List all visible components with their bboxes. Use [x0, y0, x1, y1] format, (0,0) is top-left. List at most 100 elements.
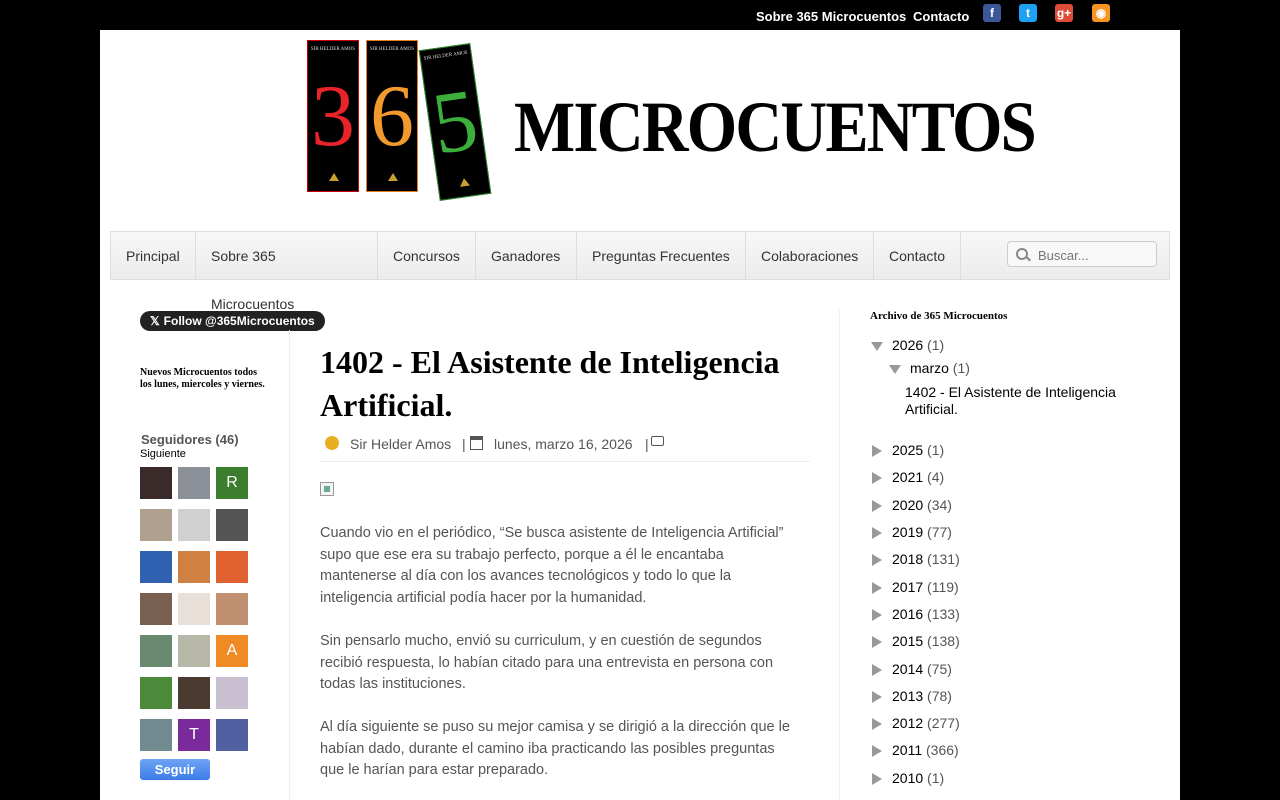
- archive-year-2025[interactable]: 2025 (1): [872, 442, 944, 458]
- facebook-icon[interactable]: f: [983, 4, 1001, 22]
- archive-year-2015[interactable]: 2015 (138): [872, 633, 960, 649]
- follower-avatar[interactable]: [216, 509, 248, 541]
- search-input[interactable]: [1036, 244, 1152, 266]
- follower-avatar[interactable]: [178, 635, 210, 667]
- book-cover-5: SIR HELDER AMOS 5: [418, 43, 492, 201]
- follower-avatar[interactable]: [178, 677, 210, 709]
- follower-avatar[interactable]: [216, 551, 248, 583]
- book-number: 6: [370, 68, 414, 165]
- follower-avatar[interactable]: [140, 635, 172, 667]
- follower-avatar[interactable]: [140, 551, 172, 583]
- archive-title: Archivo de 365 Microcuentos: [870, 310, 1008, 322]
- expand-toggle-icon[interactable]: [872, 554, 882, 567]
- archive-year-label[interactable]: 2011: [892, 742, 922, 758]
- nav-item-principal[interactable]: Principal: [111, 232, 196, 279]
- collapse-toggle-icon[interactable]: [871, 341, 883, 351]
- expand-toggle-icon[interactable]: [872, 609, 882, 622]
- nav-item-concursos[interactable]: Concursos: [378, 232, 476, 279]
- archive-year-label[interactable]: 2019: [892, 524, 923, 540]
- follower-avatar[interactable]: A: [216, 635, 248, 667]
- archive-year-label[interactable]: 2025: [892, 442, 923, 458]
- archive-year-label[interactable]: 2013: [892, 688, 923, 704]
- follower-avatar[interactable]: [140, 677, 172, 709]
- expand-toggle-icon[interactable]: [872, 773, 882, 786]
- archive-post-link[interactable]: 1402 - El Asistente de Inteligencia Arti…: [890, 384, 1135, 418]
- divider: [839, 310, 840, 800]
- expand-toggle-icon[interactable]: [872, 582, 882, 595]
- archive-year-2013[interactable]: 2013 (78): [872, 688, 952, 704]
- expand-toggle-icon[interactable]: [872, 500, 882, 513]
- expand-toggle-icon[interactable]: [872, 472, 882, 485]
- archive-count: (119): [923, 579, 959, 595]
- post-paragraph: Al día siguiente se puso su mejor camisa…: [320, 719, 790, 778]
- comment-icon[interactable]: [651, 436, 664, 446]
- archive-year-2018[interactable]: 2018 (131): [872, 551, 960, 567]
- expand-toggle-icon[interactable]: [872, 664, 882, 677]
- archive-year-label[interactable]: 2012: [892, 715, 923, 731]
- archive-year-2016[interactable]: 2016 (133): [872, 606, 960, 622]
- follower-avatar[interactable]: R: [216, 467, 248, 499]
- post-date[interactable]: lunes, marzo 16, 2026: [494, 436, 633, 452]
- archive-count: (1): [952, 360, 970, 376]
- post-title[interactable]: 1402 - El Asistente de Inteligencia Arti…: [320, 341, 800, 427]
- expand-toggle-icon[interactable]: [872, 745, 882, 758]
- follower-avatar[interactable]: [216, 593, 248, 625]
- archive-year-2019[interactable]: 2019 (77): [872, 524, 952, 540]
- expand-toggle-icon[interactable]: [872, 718, 882, 731]
- archive-year-label[interactable]: 2010: [892, 770, 923, 786]
- nav-item-ganadores[interactable]: Ganadores: [476, 232, 577, 279]
- twitter-icon[interactable]: t: [1019, 4, 1037, 22]
- book-author: SIR HELDER AMOS: [310, 47, 356, 52]
- expand-toggle-icon[interactable]: [872, 445, 882, 458]
- top-link-contact[interactable]: Contacto: [913, 9, 969, 24]
- archive-year-label[interactable]: 2026: [892, 337, 923, 353]
- expand-toggle-icon[interactable]: [872, 527, 882, 540]
- archive-year-2010[interactable]: 2010 (1): [872, 770, 944, 786]
- twitter-follow-button[interactable]: 𝕏 Follow @365Microcuentos: [140, 311, 325, 331]
- follower-avatar[interactable]: [216, 719, 248, 751]
- follower-avatar[interactable]: [216, 677, 248, 709]
- post-author[interactable]: Sir Helder Amos: [350, 436, 451, 452]
- nav-item-contacto[interactable]: Contacto: [874, 232, 961, 279]
- archive-year-label[interactable]: 2021: [892, 469, 923, 485]
- archive-year-2011[interactable]: 2011 (366): [872, 742, 959, 758]
- archive-year-label[interactable]: 2020: [892, 497, 923, 513]
- rss-icon[interactable]: ◉: [1092, 4, 1110, 22]
- follower-avatar[interactable]: [178, 467, 210, 499]
- archive-year-label[interactable]: 2017: [892, 579, 923, 595]
- archive-year-label[interactable]: 2014: [892, 661, 923, 677]
- archive-year-2012[interactable]: 2012 (277): [872, 715, 960, 731]
- follower-avatar[interactable]: [178, 509, 210, 541]
- nav-item-sobre-365-microcuentos[interactable]: Sobre 365 Microcuentos: [196, 232, 378, 312]
- nav-item-colaboraciones[interactable]: Colaboraciones: [746, 232, 874, 279]
- follower-avatar[interactable]: [178, 551, 210, 583]
- follower-avatar[interactable]: T: [178, 719, 210, 751]
- archive-year-label[interactable]: 2015: [892, 633, 923, 649]
- follower-avatar[interactable]: [140, 467, 172, 499]
- collapse-toggle-icon[interactable]: [889, 364, 901, 374]
- archive-month-label[interactable]: marzo: [910, 360, 949, 376]
- follow-button[interactable]: Seguir: [140, 759, 210, 780]
- archive-year-label[interactable]: 2018: [892, 551, 923, 567]
- archive-year-2020[interactable]: 2020 (34): [872, 497, 952, 513]
- archive-count: (1): [923, 770, 945, 786]
- archive-year-label[interactable]: 2016: [892, 606, 923, 622]
- archive-month-open[interactable]: marzo (1): [889, 360, 970, 376]
- archive-year-open[interactable]: 2026 (1): [871, 337, 944, 353]
- follower-avatar[interactable]: [140, 719, 172, 751]
- top-link-about[interactable]: Sobre 365 Microcuentos: [756, 9, 906, 24]
- archive-year-2021[interactable]: 2021 (4): [872, 469, 944, 485]
- follower-avatar[interactable]: [178, 593, 210, 625]
- site-banner[interactable]: SIR HELDER AMOS 3 SIR HELDER AMOS 6 SIR HELD…: [307, 40, 1037, 220]
- archive-count: (1): [927, 337, 945, 353]
- archive-year-2014[interactable]: 2014 (75): [872, 661, 952, 677]
- expand-toggle-icon[interactable]: [872, 691, 882, 704]
- follower-avatar[interactable]: [140, 509, 172, 541]
- archive-year-2017[interactable]: 2017 (119): [872, 579, 959, 595]
- archive-count: (131): [923, 551, 960, 567]
- google-plus-icon[interactable]: g+: [1055, 4, 1073, 22]
- search-box[interactable]: [1007, 241, 1157, 267]
- follower-avatar[interactable]: [140, 593, 172, 625]
- expand-toggle-icon[interactable]: [872, 636, 882, 649]
- nav-item-preguntas-frecuentes[interactable]: Preguntas Frecuentes: [577, 232, 746, 279]
